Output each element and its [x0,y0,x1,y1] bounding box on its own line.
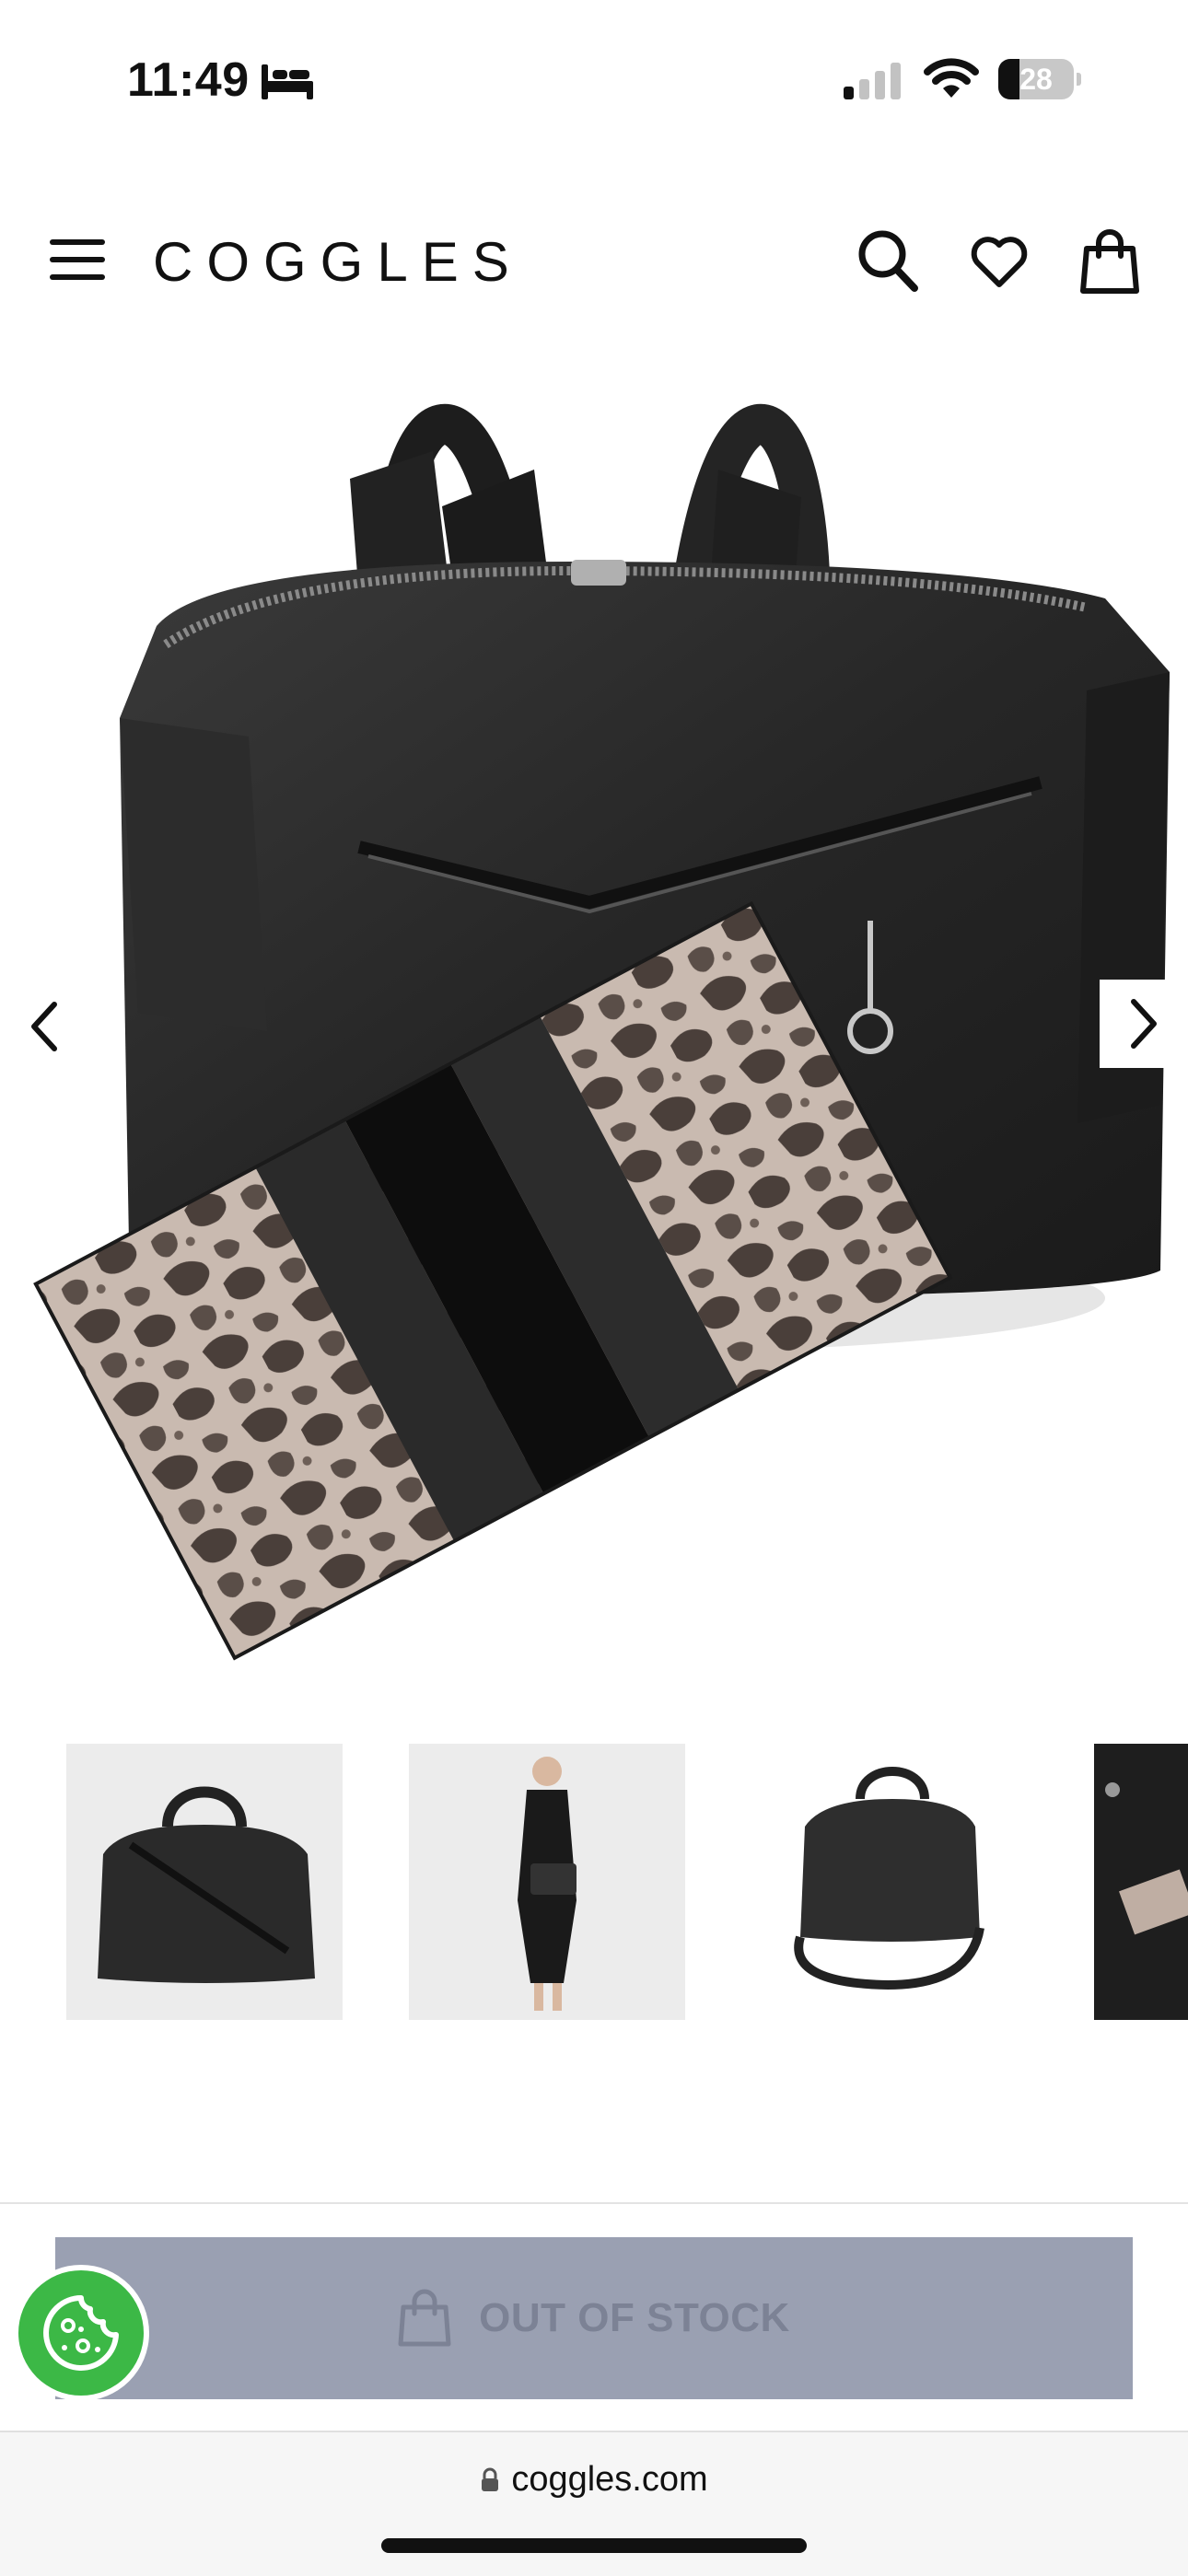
cookie-button-background [18,2270,144,2396]
wifi-icon [924,58,979,98]
out-of-stock-label: OUT OF STOCK [479,2295,790,2340]
previous-image-button[interactable] [17,985,72,1068]
thumbnail-1[interactable] [66,1744,343,2020]
url-text: coggles.com [511,2460,708,2499]
chevron-left-icon [31,1002,57,1051]
thumbnail-3[interactable] [750,1744,1026,2020]
search-icon[interactable] [856,228,919,293]
model-thumbnail-image [518,1757,577,2011]
cookie-settings-button[interactable] [13,2265,149,2401]
next-image-button[interactable] [1100,980,1188,1068]
battery-level: 28 [1019,63,1053,96]
browser-address-bar [0,2431,1188,2576]
bed-icon [262,64,313,99]
shopping-bag-icon [398,2289,451,2347]
shopping-bag-icon[interactable] [1079,228,1140,295]
cookie-icon [43,2295,119,2371]
status-time: 11:49 [127,53,250,107]
thumbnail-4[interactable] [1094,1744,1188,2020]
brand-logo[interactable]: COGGLES [153,230,523,295]
home-indicator[interactable] [381,2538,807,2553]
thumbnail-2[interactable] [409,1744,685,2020]
out-of-stock-button[interactable]: OUT OF STOCK [55,2237,1133,2399]
menu-icon[interactable] [48,236,107,284]
bag-strap-thumbnail-image [794,1767,984,1990]
lock-icon [482,2467,499,2491]
battery-indicator: 28 [998,59,1081,99]
url-display[interactable]: coggles.com [0,2460,1188,2500]
heart-icon[interactable] [969,234,1030,289]
battery-nub [1077,73,1081,86]
bag-thumbnail-image [98,1786,315,1983]
pouch-thumbnail-image [1094,1744,1188,2020]
sticky-bar-divider [0,2202,1188,2204]
product-hero-image[interactable] [0,368,1188,1676]
cellular-signal-icon [844,63,901,99]
chevron-right-icon [1131,999,1157,1049]
